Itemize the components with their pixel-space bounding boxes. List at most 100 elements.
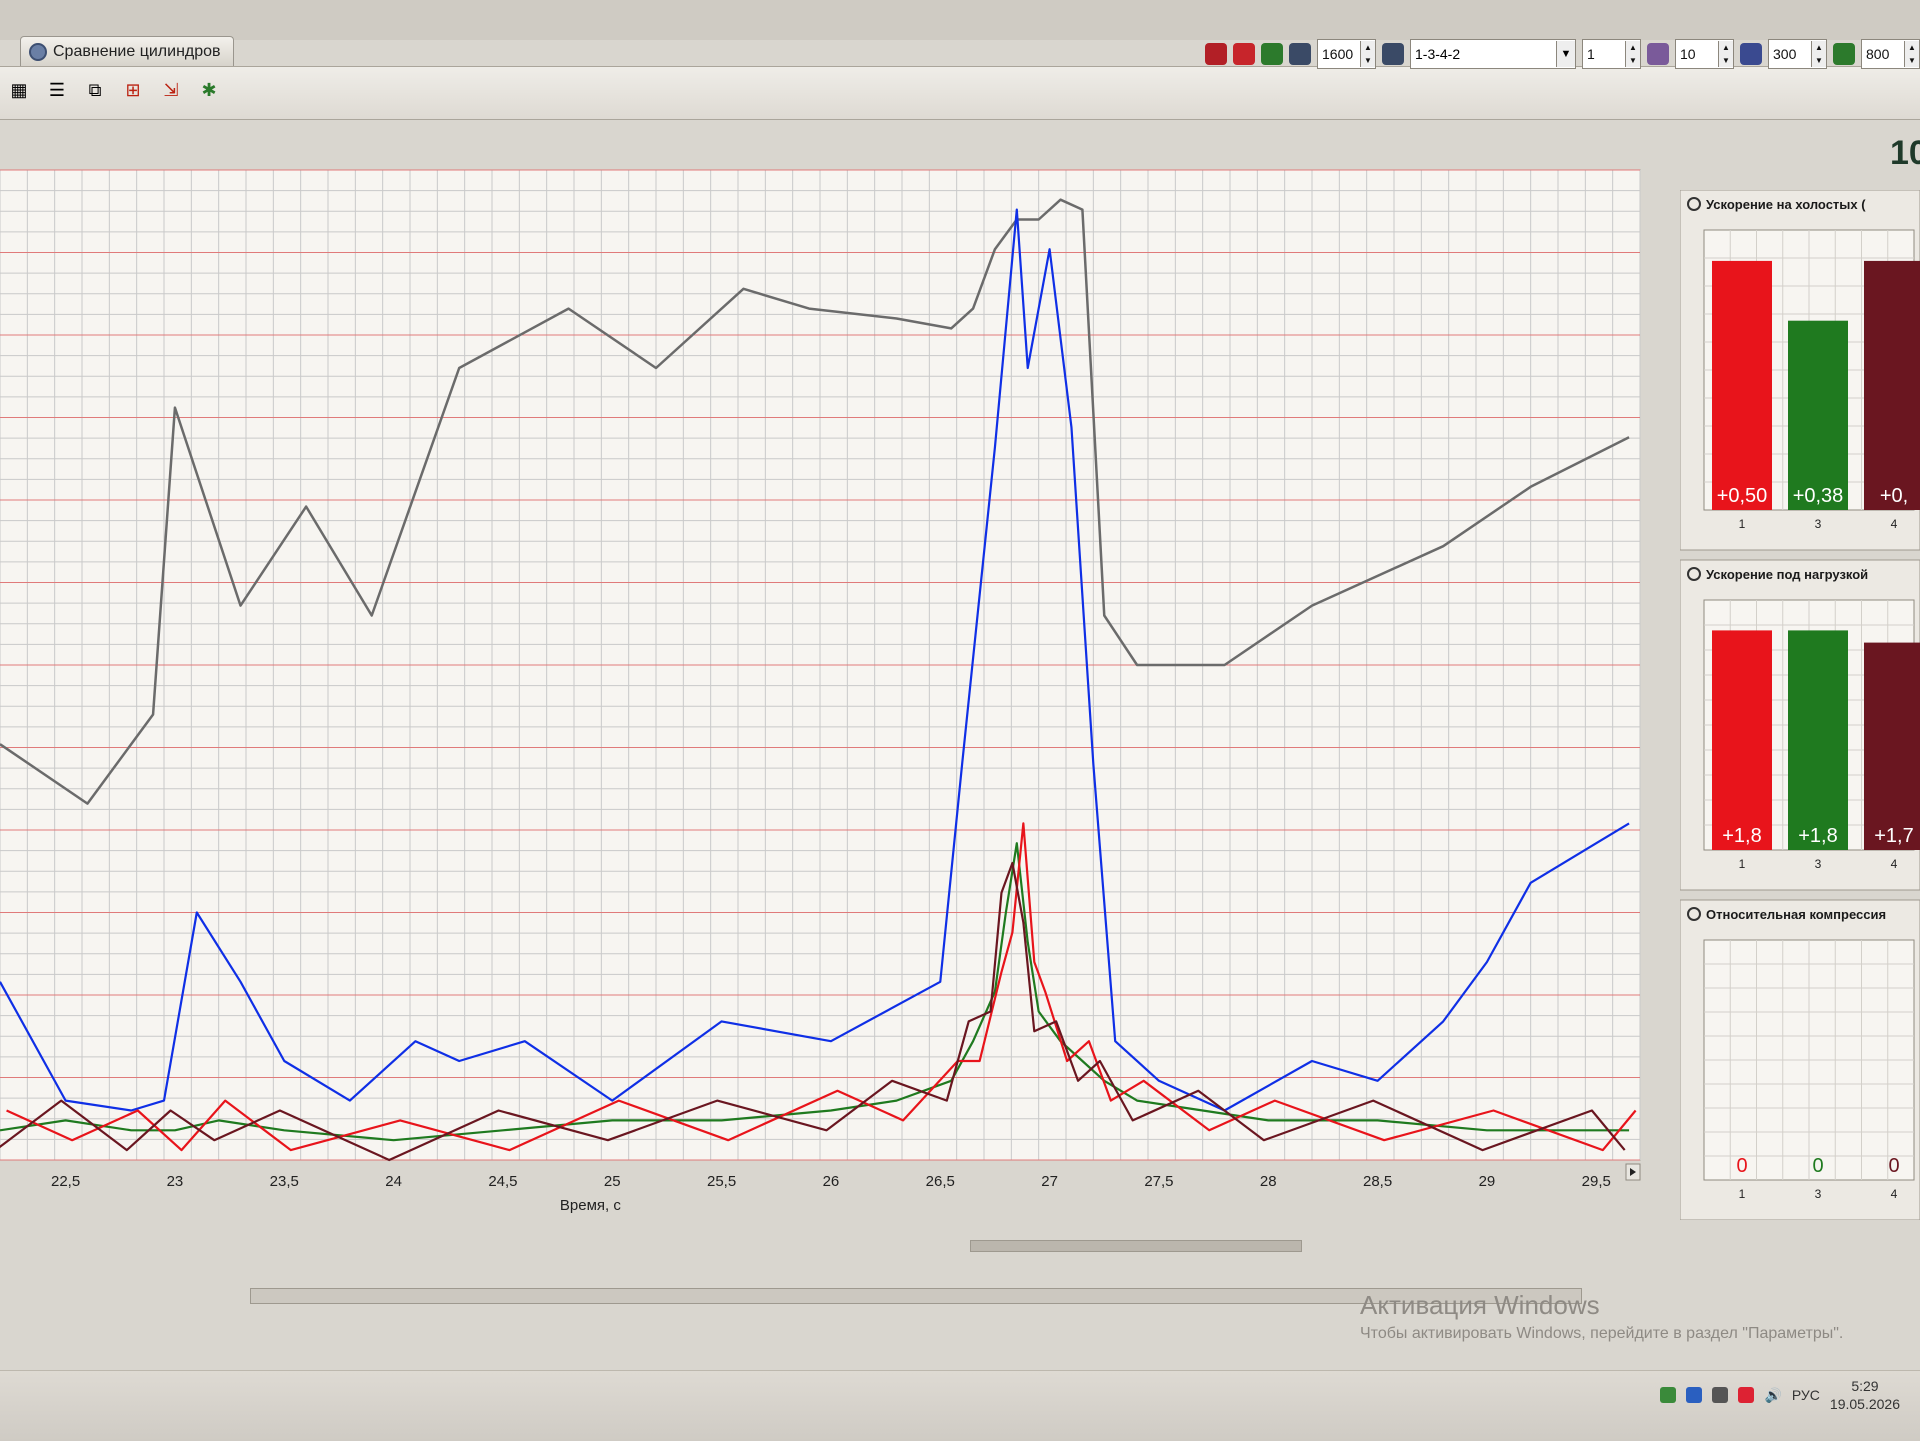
side-panels-svg: Ускорение на холостых ( +0,50 1 +0,38 3 +0, 4 У… — [1679, 189, 1920, 1221]
count-stepper[interactable]: 10 ▲ ▼ — [1675, 39, 1734, 69]
x-tick-label: 29 — [1479, 1173, 1496, 1190]
rpm-stepper[interactable]: 1600 ▲ ▼ — [1317, 39, 1376, 69]
bar-category-label: 3 — [1815, 857, 1822, 871]
x-tick-label: 28 — [1260, 1173, 1277, 1190]
clock-time: 5:29 — [1851, 1378, 1879, 1394]
x-axis-label: Время, с — [560, 1197, 621, 1214]
bar-value-label: 0 — [1736, 1155, 1747, 1177]
volume-icon[interactable]: 🔊 — [1764, 1387, 1781, 1404]
bar-category-label: 1 — [1739, 857, 1746, 871]
chevron-down-icon[interactable]: ▼ — [1556, 41, 1575, 67]
low-value: 300 — [1773, 46, 1797, 62]
panel-title: Ускорение под нагрузкой — [1706, 567, 1868, 582]
bar-value-label: +1,8 — [1722, 825, 1761, 847]
stepper-arrows-icon[interactable]: ▲ ▼ — [1625, 41, 1640, 67]
chart-horizontal-scrollbar[interactable] — [970, 1240, 1302, 1252]
main-chart[interactable]: 22,5 23 23,5 24 24,5 25 25,5 26 26,5 27 27,5 28 28,5… — [0, 160, 1680, 1250]
bar-value-label: +0,38 — [1793, 485, 1844, 507]
stepper-arrows-icon[interactable]: ▲ ▼ — [1718, 41, 1733, 67]
bar-value-label: +0, — [1880, 485, 1908, 507]
grid-icon[interactable]: ▦ — [6, 77, 32, 103]
toolbar-right-group: 1600 ▲ ▼ 1-3-4-2 ▼ 1 ▲ ▼ 10 ▲ ▼ 300 ▲ ▼ 800 … — [1205, 39, 1920, 69]
x-tick-label: 25,5 — [707, 1173, 736, 1190]
counter-icon — [1647, 43, 1669, 65]
bar-category-label: 3 — [1815, 517, 1822, 531]
bar-load-2 — [1788, 630, 1848, 850]
x-tick-label: 29,5 — [1582, 1173, 1611, 1190]
window-top-strip — [0, 0, 1920, 40]
firing-order-icon — [1382, 43, 1404, 65]
bar-category-label: 1 — [1739, 517, 1746, 531]
low-limit-icon — [1740, 43, 1762, 65]
x-tick-label: 22,5 — [51, 1173, 80, 1190]
bar-load-1 — [1712, 630, 1772, 850]
compare-icon[interactable]: ⊞ — [120, 77, 146, 103]
toolbar-left-group: ▦ ☰ ⧉ ⊞ ⇲ ✱ — [6, 77, 222, 103]
bar-category-label: 4 — [1891, 1187, 1898, 1201]
cylinder-stepper[interactable]: 1 ▲ ▼ — [1582, 39, 1641, 69]
x-tick-label: 23 — [167, 1173, 184, 1190]
x-tick-label: 24 — [385, 1173, 402, 1190]
watermark-subtitle: Чтобы активировать Windows, перейдите в … — [1360, 1325, 1844, 1342]
x-tick-label: 25 — [604, 1173, 621, 1190]
copy-icon[interactable]: ⧉ — [82, 77, 108, 103]
firing-order-select[interactable]: 1-3-4-2 ▼ — [1410, 39, 1576, 69]
bar-idle-2 — [1788, 320, 1848, 510]
rpm-value: 1600 — [1322, 46, 1354, 62]
cylinder-value: 1 — [1587, 46, 1595, 62]
stepper-arrows-icon[interactable]: ▲ ▼ — [1360, 41, 1375, 67]
language-indicator[interactable]: РУС — [1792, 1387, 1820, 1403]
x-tick-label: 27 — [1041, 1173, 1058, 1190]
high-stepper[interactable]: 800 ▲ ▼ — [1861, 39, 1920, 69]
main-chart-area[interactable]: 22,5 23 23,5 24 24,5 25 25,5 26 26,5 27 27,5 28 28,5… — [0, 160, 1680, 1250]
bar-category-label: 4 — [1891, 857, 1898, 871]
stepper-arrows-icon[interactable]: ▲ ▼ — [1811, 41, 1826, 67]
green-mode-icon[interactable] — [1261, 43, 1283, 65]
rpm-icon — [1289, 43, 1311, 65]
stepper-arrows-icon[interactable]: ▲ ▼ — [1904, 41, 1919, 67]
x-tick-label: 27,5 — [1144, 1173, 1173, 1190]
low-stepper[interactable]: 300 ▲ ▼ — [1768, 39, 1827, 69]
bar-category-label: 4 — [1891, 517, 1898, 531]
tab-label: Сравнение цилиндров — [53, 43, 221, 60]
x-tick-label: 26 — [823, 1173, 840, 1190]
gear-icon — [29, 43, 47, 61]
list-settings-icon[interactable]: ☰ — [44, 77, 70, 103]
firing-order-value: 1-3-4-2 — [1415, 46, 1461, 62]
export-icon[interactable]: ⇲ — [158, 77, 184, 103]
x-tick-label: 28,5 — [1363, 1173, 1392, 1190]
network-icon[interactable] — [1712, 1387, 1729, 1403]
engine-icon[interactable] — [1205, 43, 1227, 65]
bar-value-label: +1,7 — [1874, 825, 1913, 847]
x-tick-label: 26,5 — [926, 1173, 955, 1190]
counter-display: 10 — [1890, 134, 1920, 172]
bar-value-label: 0 — [1888, 1155, 1899, 1177]
bug-icon[interactable]: ✱ — [196, 77, 222, 103]
bar-value-label: 0 — [1812, 1155, 1823, 1177]
bar-load-3 — [1864, 642, 1920, 850]
bar-category-label: 1 — [1739, 1187, 1746, 1201]
count-value: 10 — [1680, 46, 1696, 62]
yandex-icon[interactable] — [1738, 1387, 1755, 1403]
x-tick-label: 24,5 — [488, 1173, 517, 1190]
bar-category-label: 3 — [1815, 1187, 1822, 1201]
toolbar: ▦ ☰ ⧉ ⊞ ⇲ ✱ 1600 ▲ ▼ 1-3-4-2 ▼ 1 ▲ ▼ 10 ▲ ▼ — [0, 39, 1920, 120]
bluetooth-icon[interactable] — [1686, 1387, 1703, 1403]
panel-title: Относительная компрессия — [1706, 907, 1886, 922]
clock-date: 19.05.2026 — [1829, 1396, 1900, 1412]
bar-value-label: +1,8 — [1798, 825, 1837, 847]
bar-idle-1 — [1712, 260, 1772, 510]
bar-idle-3 — [1864, 260, 1920, 510]
panel-title: Ускорение на холостых ( — [1706, 197, 1866, 212]
high-limit-icon — [1833, 43, 1855, 65]
bar-value-label: +0,50 — [1717, 485, 1768, 507]
high-value: 800 — [1866, 46, 1890, 62]
app-tray-icon[interactable] — [1660, 1387, 1677, 1403]
taskbar: 🔊 РУС 5:29 19.05.2026 — [0, 1370, 1920, 1441]
system-tray: 🔊 РУС 5:29 19.05.2026 — [1660, 1377, 1900, 1413]
watermark-title: Активация Windows — [1360, 1290, 1600, 1320]
clock[interactable]: 5:29 19.05.2026 — [1830, 1377, 1900, 1413]
record-icon[interactable] — [1233, 43, 1255, 65]
side-panels: Ускорение на холостых ( +0,50 1 +0,38 3 +0, 4 У… — [1679, 189, 1920, 1221]
tab-cylinder-compare[interactable]: Сравнение цилиндров — [20, 36, 234, 67]
